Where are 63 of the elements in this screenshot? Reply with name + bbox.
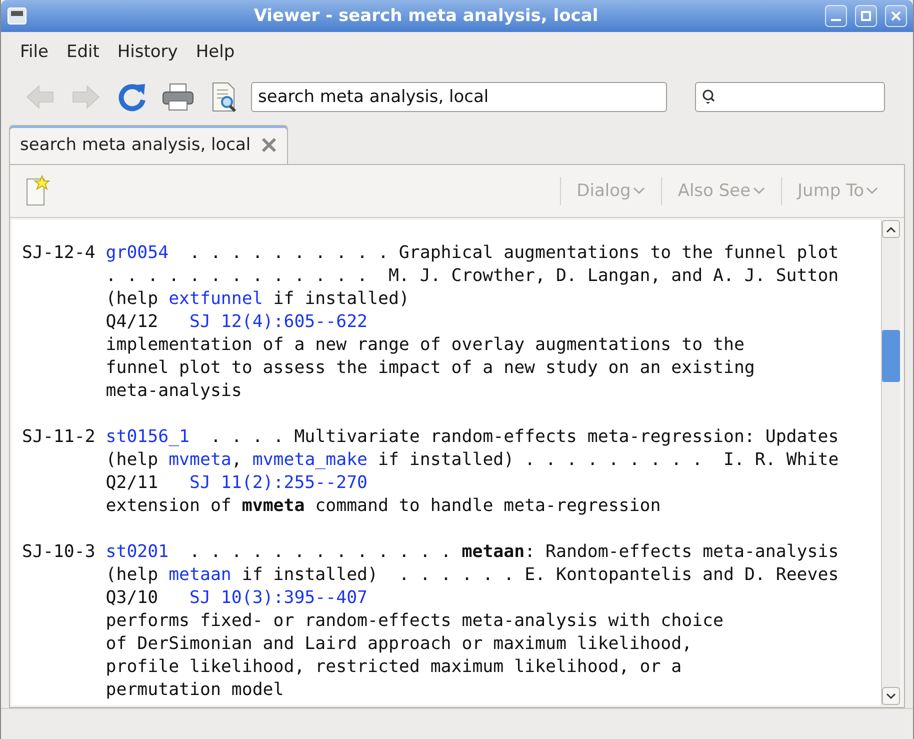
entry-line: (help metaan if installed) . . . . . . E. Kontopantelis and D. Reeves (106, 564, 839, 587)
caret-icon (752, 187, 765, 195)
entry-line: extension of mvmeta command to handle meta-regression (106, 495, 661, 518)
entry-line: profile likelihood, restricted maximum likelihood, or a (106, 656, 682, 679)
help-link[interactable]: gr0054 (106, 243, 169, 263)
close-icon (890, 10, 902, 22)
chevron-up-icon (886, 226, 896, 232)
entry-id: SJ-11-2 (22, 426, 96, 449)
entry-line: funnel plot to assess the impact of a new study on an existing (106, 357, 755, 380)
entry-line: permutation model (106, 679, 284, 702)
maximize-icon (860, 10, 872, 22)
back-arrow-icon (25, 84, 55, 110)
entry-id: SJ-12-4 (22, 242, 96, 265)
scrollbar[interactable] (881, 220, 900, 705)
entry-line: Q2/11 SJ 11(2):255--270 (106, 472, 368, 495)
entry-line: st0156_1 . . . . Multivariate random-effects meta-regression: Updates (106, 426, 839, 449)
help-link[interactable]: SJ 12(4):605--622 (190, 312, 368, 332)
new-page-icon[interactable] (24, 175, 50, 207)
entry-line: Q3/10 SJ 10(3):395--407 (106, 587, 368, 610)
printer-icon (161, 82, 195, 112)
scroll-thumb[interactable] (882, 330, 900, 382)
search-icon (702, 89, 716, 105)
scroll-down-button[interactable] (882, 687, 900, 705)
help-link[interactable]: SJ 10(3):395--407 (190, 588, 368, 608)
help-link[interactable]: st0201 (106, 542, 169, 562)
entry-line: of DerSimonian and Laird approach or maximum likelihood, (106, 633, 692, 656)
forward-arrow-icon (71, 84, 101, 110)
entry-line: gr0054 . . . . . . . . . . Graphical augmentations to the funnel plot (106, 242, 839, 265)
close-icon[interactable] (260, 137, 277, 153)
caret-icon (632, 187, 645, 195)
minimize-icon (831, 19, 841, 21)
window-title: Viewer - search meta analysis, local (252, 6, 600, 26)
chevron-down-icon (886, 692, 896, 700)
window-menu-icon[interactable] (7, 7, 27, 25)
entry-line: Q4/12 SJ 12(4):605--622 (106, 311, 368, 334)
entry-line: meta-analysis (106, 380, 242, 403)
search-field[interactable] (695, 82, 885, 112)
minimize-button[interactable] (825, 5, 847, 27)
menu-item[interactable]: File (13, 38, 56, 66)
help-link[interactable]: extfunnel (168, 289, 263, 309)
entry-line: (help mvmeta, mvmeta_make if installed) . . . . . . . . . I. R. White (106, 449, 839, 472)
entry-line: performs fixed- or random-effects meta-analysis with choice (106, 610, 724, 633)
document-search-icon (210, 81, 238, 113)
menu-item[interactable]: Help (188, 38, 242, 66)
help-link[interactable]: SJ 11(2):255--270 (190, 473, 368, 493)
help-link[interactable]: st0156_1 (106, 427, 190, 447)
refresh-icon (116, 81, 148, 113)
maximize-button[interactable] (855, 5, 877, 27)
entry-line: (help extfunnel if installed) (106, 288, 410, 311)
entry-line: st0201 . . . . . . . . . . . . . metaan: Random-effects meta-analysis (106, 541, 839, 564)
viewer-tab[interactable]: search meta analysis, local (9, 125, 288, 164)
help-link[interactable]: mvmeta (168, 450, 232, 470)
address-field[interactable]: search meta analysis, local (251, 82, 667, 112)
menu-item[interactable]: Edit (59, 38, 106, 66)
entry-line: implementation of a new range of overlay augmentations to the (106, 334, 744, 357)
help-link[interactable]: metaan (168, 565, 232, 585)
caret-icon (866, 187, 878, 195)
help-link[interactable]: mvmeta_make (252, 450, 368, 470)
scroll-up-button[interactable] (882, 220, 900, 238)
menu-item[interactable]: History (110, 38, 185, 66)
close-button[interactable] (885, 5, 907, 27)
entry-line: . . . . . . . . . . . . . M. J. Crowther, D. Langan, and A. J. Sutton (106, 265, 839, 288)
entry-id: SJ-10-3 (22, 541, 96, 564)
